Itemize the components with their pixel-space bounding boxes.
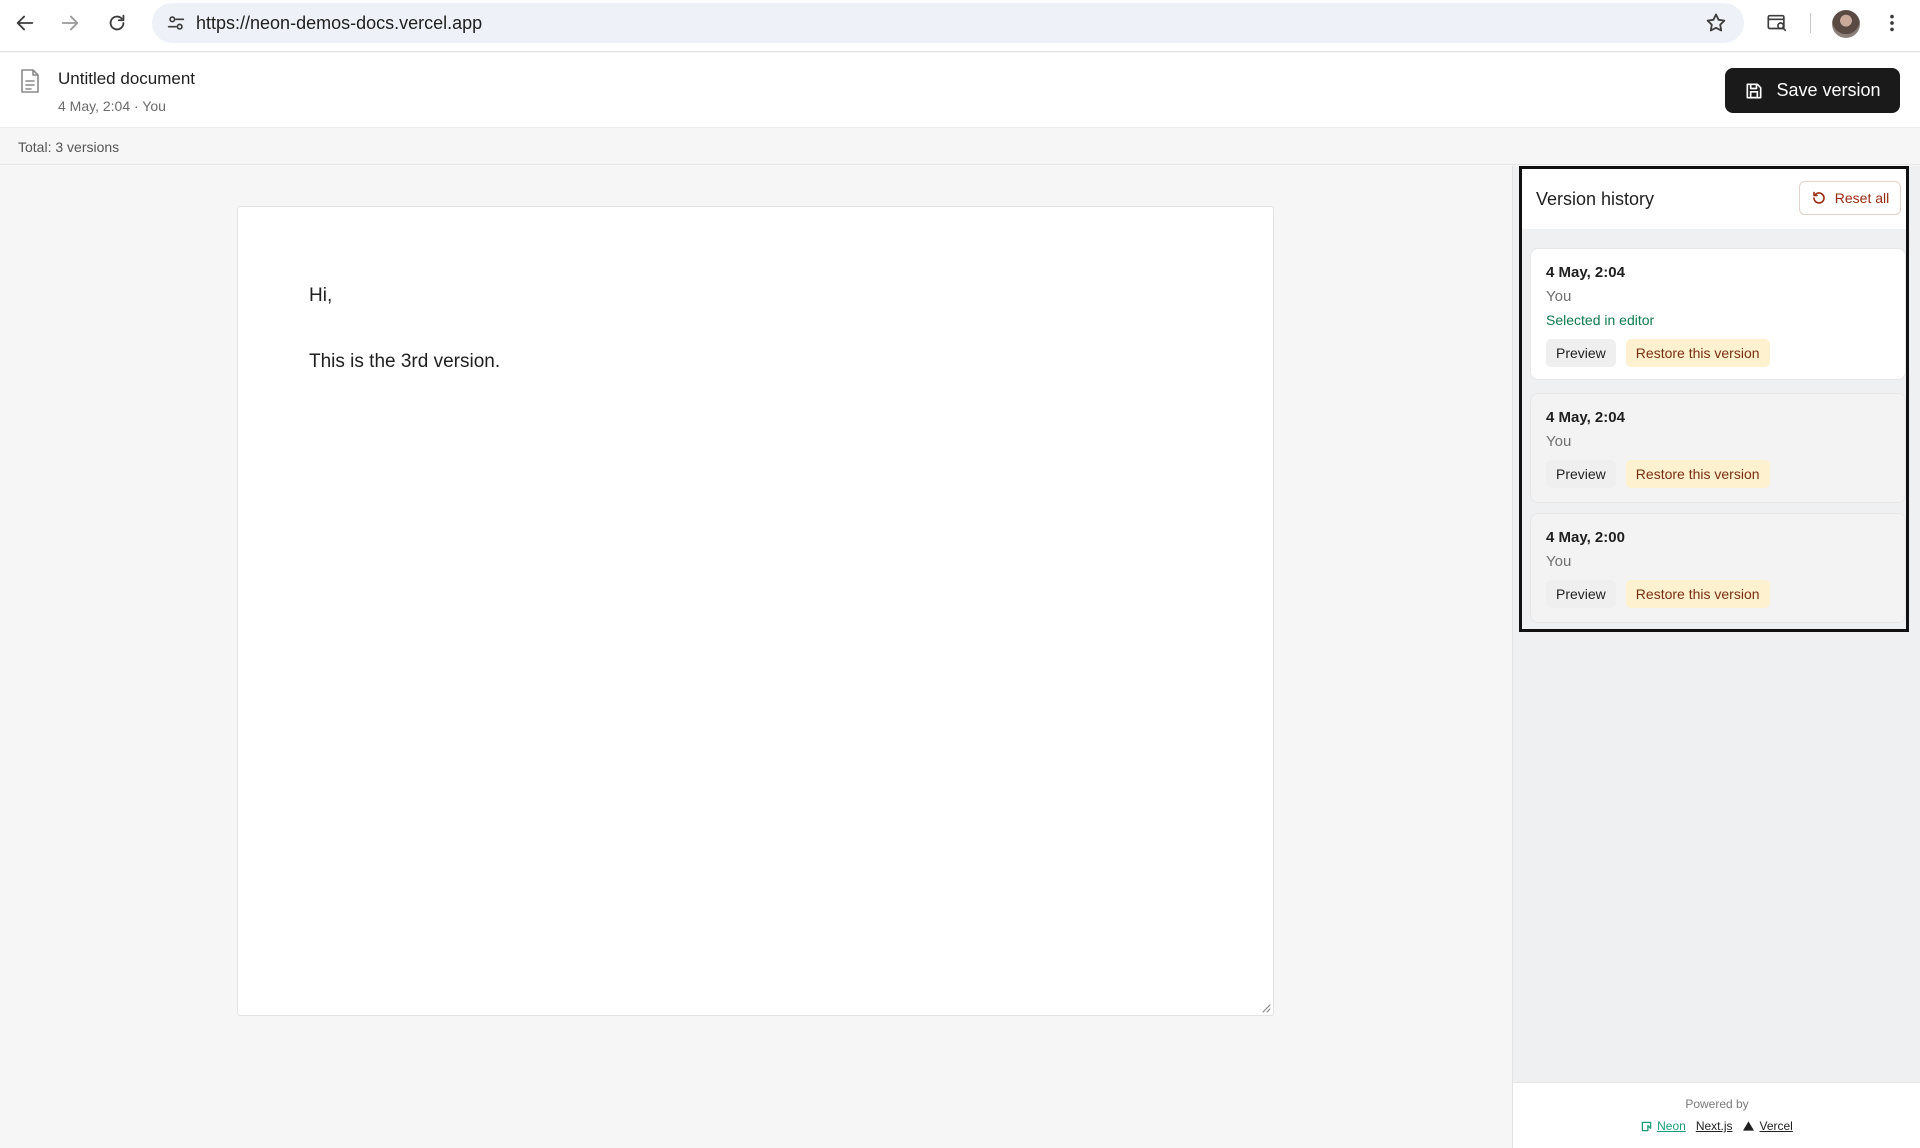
total-bar: Total: 3 versions: [0, 129, 1920, 165]
avatar[interactable]: [1832, 10, 1860, 38]
version-date: 4 May, 2:04: [1546, 409, 1625, 426]
preview-button[interactable]: Preview: [1546, 460, 1616, 488]
version-author: You: [1546, 553, 1572, 570]
version-author: You: [1546, 288, 1572, 305]
document-editor[interactable]: Hi, This is the 3rd version.: [237, 206, 1274, 1016]
sidebar-footer: Powered by Neon Next.js Vercel: [1513, 1082, 1920, 1148]
app-header: Untitled document 4 May, 2:04 · You Save…: [0, 53, 1920, 128]
version-card[interactable]: 4 May, 2:04 You Preview Restore this ver…: [1530, 393, 1906, 503]
document-icon: [21, 69, 39, 93]
restore-version-button[interactable]: Restore this version: [1625, 580, 1770, 608]
vercel-logo-icon: [1742, 1121, 1754, 1131]
version-history-header: Version history Reset all: [1522, 169, 1906, 229]
back-arrow-icon[interactable]: [9, 7, 41, 39]
site-settings-icon[interactable]: [160, 7, 192, 39]
selected-status: Selected in editor: [1546, 312, 1655, 328]
editor-line[interactable]: Hi,: [309, 285, 332, 307]
save-version-label: Save version: [1776, 80, 1881, 100]
vercel-link[interactable]: Vercel: [1742, 1119, 1793, 1133]
total-versions: Total: 3 versions: [18, 139, 120, 155]
url-text[interactable]: https://neon-demos-docs.vercel.app: [196, 13, 482, 34]
document-title: Untitled document: [58, 69, 196, 88]
version-history-panel: Version history Reset all 4 May, 2:04 Yo…: [1519, 166, 1909, 632]
tab-search-icon[interactable]: [1761, 7, 1793, 39]
document-meta: 4 May, 2:04 · You: [58, 98, 166, 114]
forward-arrow-icon[interactable]: [54, 7, 86, 39]
star-icon[interactable]: [1704, 11, 1728, 35]
version-date: 4 May, 2:04: [1546, 264, 1625, 281]
vercel-link-label: Vercel: [1759, 1119, 1793, 1133]
nextjs-link[interactable]: Next.js: [1696, 1119, 1733, 1133]
preview-button[interactable]: Preview: [1546, 580, 1616, 608]
reload-icon[interactable]: [101, 7, 133, 39]
version-history-title: Version history: [1536, 189, 1655, 209]
editor-line[interactable]: This is the 3rd version.: [309, 351, 500, 373]
preview-button[interactable]: Preview: [1546, 339, 1616, 367]
restore-version-button[interactable]: Restore this version: [1625, 460, 1770, 488]
more-vert-icon[interactable]: [1876, 7, 1908, 39]
address-bar[interactable]: https://neon-demos-docs.vercel.app: [152, 3, 1744, 43]
powered-by-label: Powered by: [1685, 1097, 1749, 1111]
toolbar-divider: [1810, 13, 1811, 33]
reset-icon: [1812, 191, 1825, 204]
neon-logo-icon: [1641, 1121, 1652, 1131]
version-author: You: [1546, 433, 1572, 450]
editor-area: Hi, This is the 3rd version.: [0, 166, 1512, 1148]
save-icon: [1746, 83, 1762, 98]
neon-link-label: Neon: [1657, 1119, 1686, 1133]
save-version-button[interactable]: Save version: [1725, 68, 1900, 113]
sidebar: Version history Reset all 4 May, 2:04 Yo…: [1512, 166, 1920, 1148]
resize-handle-icon[interactable]: [1261, 1003, 1271, 1013]
version-date: 4 May, 2:00: [1546, 529, 1625, 546]
browser-toolbar: https://neon-demos-docs.vercel.app: [0, 0, 1920, 52]
reset-all-button[interactable]: Reset all: [1799, 181, 1901, 215]
neon-link[interactable]: Neon: [1641, 1119, 1686, 1133]
reset-all-label: Reset all: [1834, 190, 1890, 206]
version-card[interactable]: 4 May, 2:04 You Selected in editor Previ…: [1530, 248, 1906, 380]
restore-version-button[interactable]: Restore this version: [1625, 339, 1770, 367]
version-card[interactable]: 4 May, 2:00 You Preview Restore this ver…: [1530, 513, 1906, 623]
